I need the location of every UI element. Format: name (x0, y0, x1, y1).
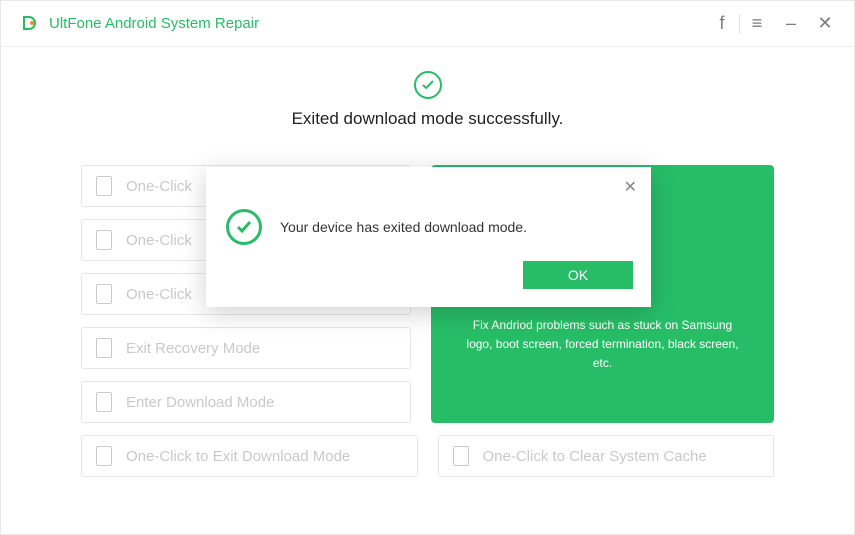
repair-card-description: Fix Andriod problems such as stuck on Sa… (459, 316, 746, 374)
option-exit-download-mode[interactable]: One-Click to Exit Download Mode (81, 435, 418, 477)
modal-footer: OK (226, 261, 633, 289)
device-icon (96, 230, 112, 250)
close-button[interactable]: ✕ (808, 9, 842, 39)
success-check-icon (414, 71, 442, 99)
minimize-button[interactable]: – (774, 9, 808, 39)
success-message: Exited download mode successfully. (81, 109, 774, 129)
device-icon (453, 446, 469, 466)
device-icon (96, 284, 112, 304)
app-logo-icon (19, 13, 41, 35)
app-window: UltFone Android System Repair f ≡ – ✕ Ex… (0, 0, 855, 535)
ok-button[interactable]: OK (523, 261, 633, 289)
titlebar-left: UltFone Android System Repair (19, 13, 259, 35)
modal-close-icon[interactable]: ✕ (624, 177, 637, 197)
option-label: One-Click (126, 286, 192, 303)
option-item-exit-recovery[interactable]: Exit Recovery Mode (81, 327, 411, 369)
confirmation-modal: ✕ Your device has exited download mode. … (206, 167, 651, 307)
menu-icon[interactable]: ≡ (740, 9, 774, 39)
app-title: UltFone Android System Repair (49, 15, 259, 32)
option-label: Exit Recovery Mode (126, 340, 260, 357)
device-icon (96, 176, 112, 196)
option-label: One-Click (126, 178, 192, 195)
option-item-enter-download[interactable]: Enter Download Mode (81, 381, 411, 423)
facebook-icon[interactable]: f (705, 9, 739, 39)
bottom-options-row: One-Click to Exit Download Mode One-Clic… (81, 435, 774, 477)
device-icon (96, 446, 112, 466)
modal-check-icon (226, 209, 262, 245)
titlebar-right: f ≡ – ✕ (705, 9, 842, 39)
option-label: One-Click (126, 232, 192, 249)
option-label: One-Click to Exit Download Mode (126, 448, 350, 465)
device-icon (96, 392, 112, 412)
modal-body: Your device has exited download mode. (226, 209, 633, 245)
option-label: One-Click to Clear System Cache (483, 448, 707, 465)
option-clear-system-cache[interactable]: One-Click to Clear System Cache (438, 435, 775, 477)
success-header: Exited download mode successfully. (81, 71, 774, 129)
option-label: Enter Download Mode (126, 394, 274, 411)
device-icon (96, 338, 112, 358)
modal-message: Your device has exited download mode. (280, 219, 527, 235)
titlebar: UltFone Android System Repair f ≡ – ✕ (1, 1, 854, 47)
